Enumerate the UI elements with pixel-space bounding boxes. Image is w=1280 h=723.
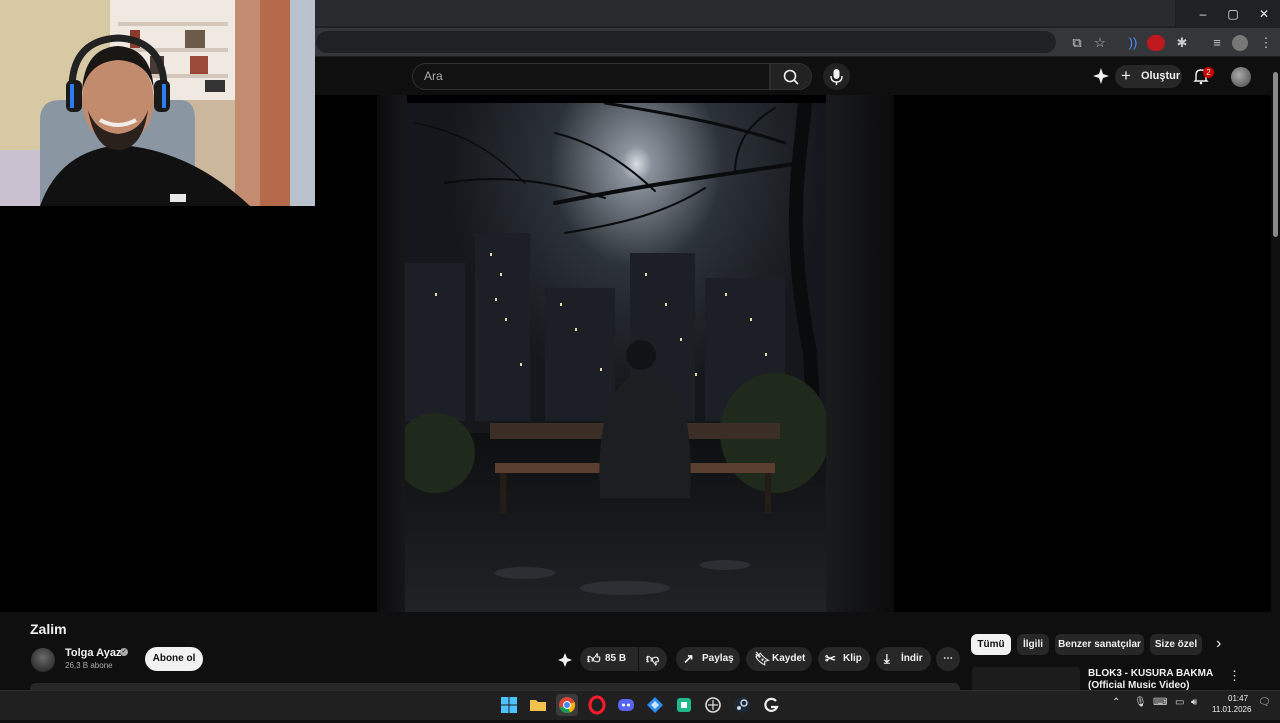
channel-avatar[interactable] xyxy=(31,648,55,672)
close-button[interactable]: ✕ xyxy=(1249,4,1279,24)
recommendation-title[interactable]: BLOK3 - KUSURA BAKMA (Official Music Vid… xyxy=(1088,668,1228,690)
notification-badge: 2 xyxy=(1203,67,1214,78)
account-avatar[interactable] xyxy=(1231,67,1251,87)
search-button[interactable] xyxy=(770,63,812,90)
install-app-icon[interactable]: ⧉ xyxy=(1067,33,1087,53)
app-g-icon[interactable] xyxy=(760,694,782,716)
browser-menu-icon[interactable]: ⋮ xyxy=(1256,33,1276,53)
tray-keyboard-icon[interactable]: ⌨ xyxy=(1153,697,1167,708)
share-arrow-icon: ↗ xyxy=(683,651,694,666)
chip-related[interactable]: İlgili xyxy=(1017,634,1049,655)
recommendation-menu-icon[interactable]: ⋮ xyxy=(1228,668,1241,684)
notification-center-icon[interactable]: 🗨︎ xyxy=(1258,697,1271,708)
share-label: Paylaş xyxy=(702,653,734,664)
thumbs-down-icon: 👎︎ xyxy=(646,651,660,666)
download-icon: ⤓ xyxy=(884,651,890,666)
scrollbar-thumb[interactable] xyxy=(1273,72,1278,237)
app-diamond-icon[interactable] xyxy=(644,694,666,716)
tray-chevron-up-icon[interactable]: ⌃ xyxy=(1112,697,1120,708)
download-label: İndir xyxy=(901,653,923,664)
more-actions-button[interactable]: ⋯ xyxy=(936,647,960,671)
windows-taskbar xyxy=(0,690,1280,720)
chevron-right-icon[interactable]: › xyxy=(1216,635,1221,653)
thumbs-up-icon: 👍︎ xyxy=(587,651,601,666)
recommendation-thumbnail[interactable] xyxy=(972,667,1080,690)
address-bar[interactable] xyxy=(316,31,1056,53)
save-label: Kaydet xyxy=(772,653,806,664)
chip-all[interactable]: Tümü xyxy=(971,634,1011,655)
more-horizontal-icon: ⋯ xyxy=(943,653,953,664)
extensions-puzzle-icon[interactable]: ✱ xyxy=(1172,33,1192,53)
taskbar-clock-date[interactable]: 11.01.2026 xyxy=(1212,705,1251,714)
video-frame-left xyxy=(377,95,407,612)
plus-icon: + xyxy=(1121,66,1131,85)
video-title: Zalim xyxy=(30,621,67,637)
share-button[interactable]: ↗ Paylaş xyxy=(676,647,740,671)
clip-label: Klip xyxy=(843,653,862,664)
opera-icon[interactable] xyxy=(586,694,608,716)
like-button[interactable]: 👍︎ 85 B xyxy=(580,647,638,671)
clip-button[interactable]: ✂ Klip xyxy=(818,647,870,671)
taskbar-clock-time[interactable]: 01:47 xyxy=(1228,694,1248,703)
download-button[interactable]: ⤓ İndir xyxy=(876,647,931,671)
extension-icon[interactable]: )) xyxy=(1123,33,1143,53)
gemini-sparkle-icon[interactable] xyxy=(1092,67,1110,90)
verified-check-icon: ✓ xyxy=(120,648,128,656)
bookmark-star-icon[interactable]: ☆ xyxy=(1090,33,1110,53)
search-input[interactable]: Ara xyxy=(412,63,770,90)
webcam-overlay xyxy=(0,0,315,206)
tray-microphone-icon[interactable]: 🎙︎ xyxy=(1134,697,1147,708)
app-circle-icon[interactable] xyxy=(702,694,724,716)
subscribe-button[interactable]: Abone ol xyxy=(145,647,203,671)
description-box[interactable] xyxy=(30,683,960,690)
microphone-icon xyxy=(830,69,843,85)
discord-icon[interactable] xyxy=(615,694,637,716)
ask-sparkle-icon[interactable] xyxy=(557,652,573,673)
save-button[interactable]: 🔖︎ Kaydet xyxy=(746,647,812,671)
tray-volume-icon[interactable]: 🔊︎ xyxy=(1191,697,1197,708)
chip-similar-artists[interactable]: Benzer sanatçılar xyxy=(1055,634,1144,655)
windows-start-icon[interactable] xyxy=(498,694,520,716)
video-frame-right xyxy=(826,95,894,612)
like-count: 85 B xyxy=(605,653,627,664)
chrome-icon[interactable] xyxy=(556,694,578,716)
tray-network-icon[interactable]: ▭ xyxy=(1175,697,1184,708)
dislike-button[interactable]: 👎︎ xyxy=(639,647,667,671)
video-artwork xyxy=(405,103,826,612)
profile-avatar-icon[interactable] xyxy=(1232,35,1248,51)
bookmark-icon: 🔖︎ xyxy=(754,651,771,666)
channel-name[interactable]: Tolga Ayaz xyxy=(65,647,121,659)
file-explorer-icon[interactable] xyxy=(527,694,549,716)
app-green-icon[interactable] xyxy=(673,694,695,716)
scissors-icon: ✂ xyxy=(825,651,836,666)
search-icon xyxy=(783,69,799,85)
media-control-icon[interactable]: ≡ xyxy=(1207,33,1227,53)
steam-icon[interactable] xyxy=(731,694,753,716)
browser-tab[interactable] xyxy=(315,0,1175,26)
voice-search-button[interactable] xyxy=(823,63,850,90)
minimize-button[interactable]: – xyxy=(1188,4,1218,24)
chip-for-you[interactable]: Size özel xyxy=(1150,634,1202,655)
subscriber-count: 26,3 B abone xyxy=(65,661,113,670)
maximize-button[interactable]: ▢ xyxy=(1218,4,1248,24)
extension-red-icon[interactable] xyxy=(1147,35,1165,51)
